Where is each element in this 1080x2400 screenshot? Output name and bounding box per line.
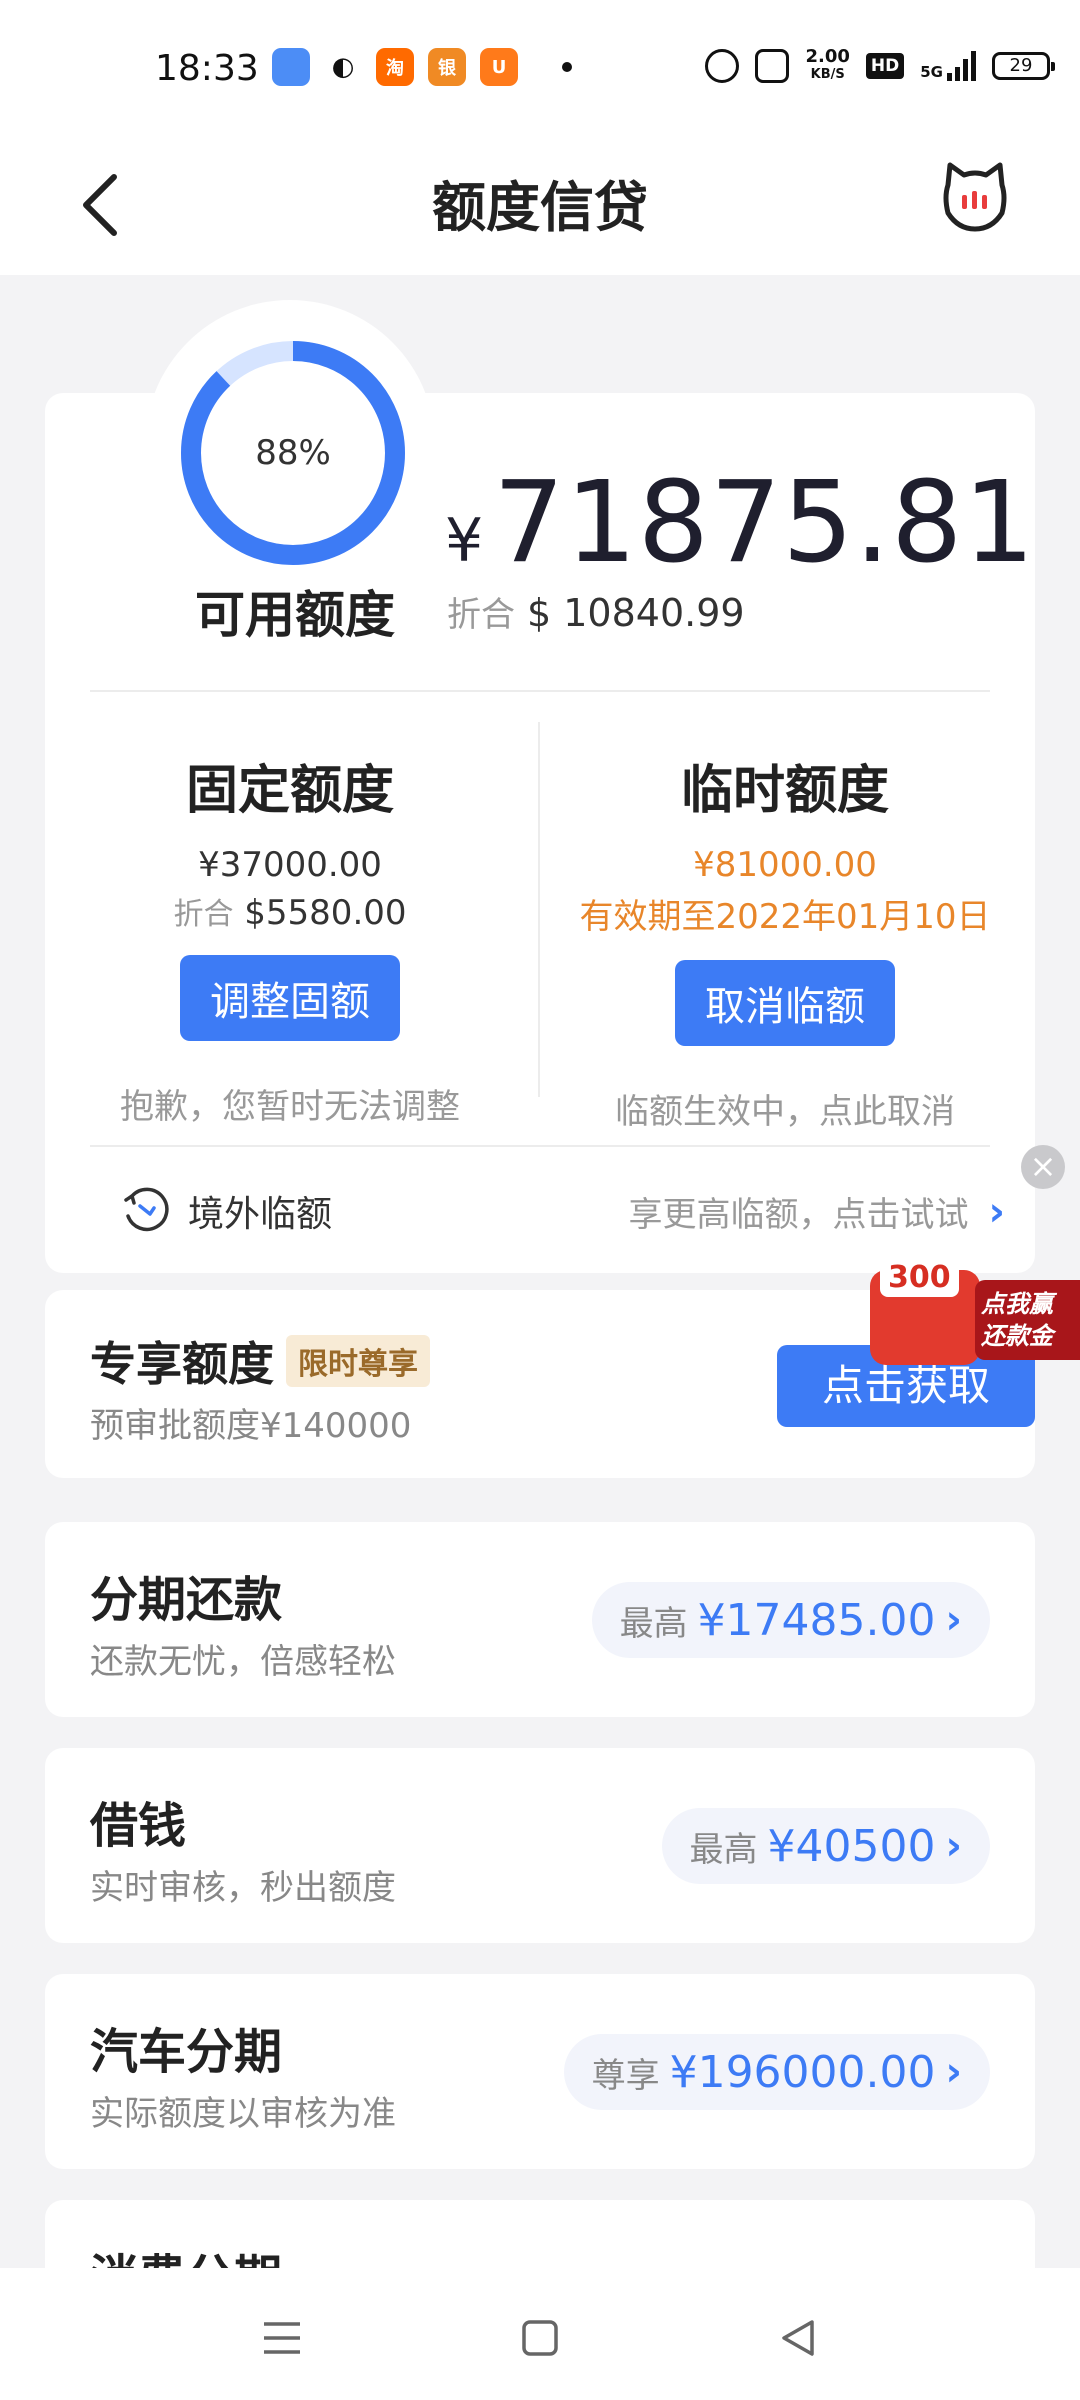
fixed-converted-label: 折合: [173, 897, 234, 932]
pill-label: 最高: [689, 1829, 758, 1870]
car-installment-card[interactable]: 汽车分期 实际额度以审核为准 尊享 ¥196000.00 ›: [45, 1974, 1035, 2169]
status-time: 18:33: [155, 48, 259, 89]
temporary-limit-note[interactable]: 临额生效中，点此取消: [565, 1084, 1005, 1133]
status-indicators: 2.00 KB/S HD 5G 29: [705, 48, 1055, 84]
cancel-temporary-limit-button[interactable]: 取消临额: [675, 960, 895, 1046]
loan-subtitle: 还款无忧，倍感轻松: [90, 1642, 396, 1682]
promo-amount: 300: [880, 1258, 959, 1297]
balance-value: 71875.81: [493, 458, 1036, 588]
divider: [90, 690, 990, 692]
currency-symbol: ¥: [445, 506, 484, 576]
alarm-icon: [705, 49, 740, 83]
status-app-icons: ◐ 淘 银 U: [272, 48, 572, 86]
borrow-money-card[interactable]: 借钱 实时审核，秒出额度 最高 ¥40500 ›: [45, 1748, 1035, 1943]
available-credit-amount: ¥ 71875.81: [445, 458, 1036, 588]
bank-app-icon: 银: [428, 48, 466, 86]
hd-badge: HD: [865, 53, 905, 79]
plane-clock-icon: [124, 1187, 169, 1232]
fixed-limit-amount: ¥37000.00: [198, 845, 382, 885]
triangle-back-icon[interactable]: [768, 2308, 828, 2368]
network-type: 5G: [920, 63, 943, 81]
overseas-promo-link[interactable]: 享更高临额，点击试试 ›: [629, 1187, 1005, 1236]
speed-value: 2.00: [805, 46, 850, 67]
converted-amount: 折合 $ 10840.99: [447, 587, 745, 636]
home-square-icon[interactable]: [510, 2308, 570, 2368]
loan-title: 汽车分期: [90, 2024, 283, 2080]
speed-unit: KB/S: [810, 67, 845, 82]
promo-text: 点我赢还款金: [975, 1280, 1080, 1360]
notification-dot-icon: [562, 62, 572, 72]
overseas-temporary-limit-row[interactable]: 境外临额: [120, 1185, 332, 1237]
divider: [90, 1145, 990, 1147]
menu-icon[interactable]: [252, 2308, 312, 2368]
nav-header: 额度信贷: [0, 135, 1080, 275]
close-icon[interactable]: ×: [1021, 1145, 1065, 1189]
pill-label: 尊享: [591, 2055, 660, 2096]
pill-label: 最高: [619, 1603, 688, 1644]
signal-icon: 5G: [920, 51, 976, 81]
converted-label: 折合: [447, 595, 515, 635]
loan-amount-pill[interactable]: 最高 ¥17485.00 ›: [591, 1582, 990, 1658]
wechat-icon: ◐: [324, 48, 362, 86]
overseas-label: 境外临额: [188, 1194, 333, 1235]
available-credit-label: 可用额度: [195, 586, 395, 644]
loan-subtitle: 实时审核，秒出额度: [90, 1868, 396, 1908]
cat-mascot-icon[interactable]: [940, 157, 1010, 237]
installment-repayment-card[interactable]: 分期还款 还款无忧，倍感轻松 最高 ¥17485.00 ›: [45, 1522, 1035, 1717]
repayment-reward-promo[interactable]: 300 点我赢还款金: [870, 1250, 1080, 1370]
limited-time-badge: 限时尊享: [286, 1335, 430, 1387]
ring-percent: 88%: [255, 433, 331, 473]
adjust-fixed-limit-button[interactable]: 调整固额: [180, 955, 400, 1041]
exclusive-title-text: 专享额度: [90, 1337, 274, 1391]
pill-amount: ¥17485.00: [697, 1594, 936, 1646]
loan-amount-pill[interactable]: 最高 ¥40500 ›: [661, 1808, 990, 1884]
status-bar: 18:33 ◐ 淘 银 U 2.00 KB/S HD 5G 29: [0, 0, 1080, 135]
fixed-limit-section: 固定额度 ¥37000.00 折合 $5580.00 调整固额 抱歉，您暂时无法…: [70, 748, 510, 1128]
loan-title: 借钱: [90, 1798, 187, 1854]
exclusive-subtitle: 预审批额度¥140000: [90, 1406, 412, 1446]
overseas-promo-text: 享更高临额，点击试试: [628, 1195, 969, 1235]
pill-amount: ¥40500: [767, 1820, 936, 1872]
temporary-limit-section: 临时额度 ¥81000.00 有效期至2022年01月10日 取消临额 临额生效…: [565, 748, 1005, 1133]
chevron-right-icon: ›: [945, 1823, 962, 1869]
fixed-limit-converted: 折合 $5580.00: [70, 889, 510, 933]
app-blue-icon: [272, 48, 310, 86]
chevron-right-icon: ›: [945, 2049, 962, 2095]
chevron-right-icon: ›: [945, 1597, 962, 1643]
fixed-limit-note: 抱歉，您暂时无法调整: [120, 1087, 460, 1127]
fixed-limit-title: 固定额度: [185, 761, 394, 821]
temporary-limit-amount: ¥81000.00: [693, 845, 877, 885]
credit-usage-ring: 88%: [175, 335, 411, 571]
temporary-limit-validity: 有效期至2022年01月10日: [579, 897, 991, 937]
shield-icon: [755, 49, 790, 83]
battery-icon: 29: [992, 52, 1055, 80]
converted-value: $ 10840.99: [527, 591, 745, 635]
loan-subtitle: 实际额度以审核为准: [90, 2094, 396, 2134]
pill-amount: ¥196000.00: [669, 2046, 936, 2098]
temporary-limit-title: 临时额度: [680, 761, 889, 821]
network-speed: 2.00 KB/S: [805, 48, 849, 84]
system-navigation-bar: [0, 2268, 1080, 2400]
loan-amount-pill[interactable]: 尊享 ¥196000.00 ›: [563, 2034, 990, 2110]
page-title: 额度信贷: [432, 176, 648, 239]
chevron-right-icon: ›: [988, 1188, 1005, 1235]
column-divider: [538, 722, 540, 1097]
loan-title: 分期还款: [90, 1572, 283, 1628]
fixed-converted-value: $5580.00: [244, 893, 407, 933]
uc-browser-icon: U: [480, 48, 518, 86]
exclusive-title: 专享额度 限时尊享: [90, 1328, 430, 1394]
taobao-icon: 淘: [376, 48, 414, 86]
